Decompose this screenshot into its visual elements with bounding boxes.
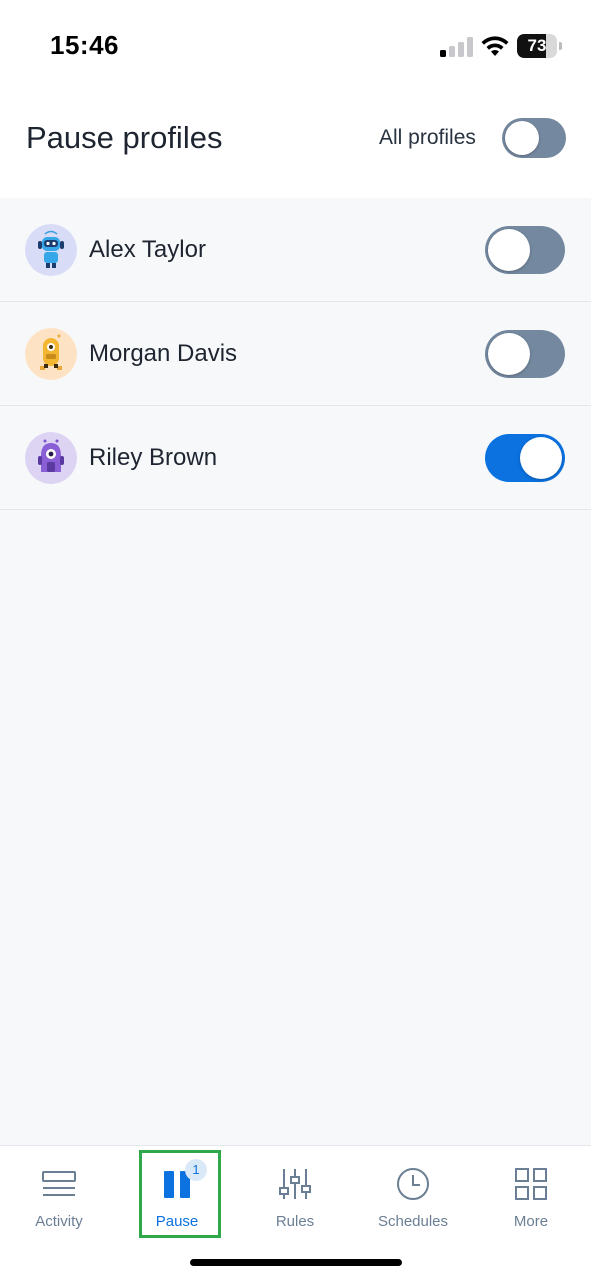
- profile-pause-toggle[interactable]: [485, 226, 565, 274]
- tab-schedules[interactable]: Schedules: [354, 1146, 472, 1236]
- wifi-icon: [481, 36, 509, 56]
- battery-icon: 73: [517, 34, 563, 58]
- profile-row: Morgan Davis: [0, 302, 591, 406]
- profile-pause-toggle[interactable]: [485, 434, 565, 482]
- activity-list-icon: [42, 1171, 76, 1196]
- profile-row: Alex Taylor: [0, 198, 591, 302]
- battery-level: 73: [527, 36, 547, 55]
- tab-label: Schedules: [377, 1213, 449, 1230]
- page-title: Pause profiles: [26, 120, 223, 155]
- rules-sliders-icon: [279, 1169, 311, 1199]
- tab-label: Activity: [35, 1213, 83, 1230]
- tab-pause[interactable]: Pause: [118, 1146, 236, 1236]
- tab-label: Pause: [155, 1213, 199, 1230]
- tab-label: More: [513, 1213, 549, 1230]
- toggle-knob: [520, 437, 562, 479]
- all-profiles-toggle[interactable]: [502, 118, 566, 158]
- profile-list: Alex Taylor Morgan Davis Riley Brown: [0, 198, 591, 510]
- page-header: Pause profiles All profiles: [0, 90, 591, 198]
- tab-rules[interactable]: Rules: [236, 1146, 354, 1236]
- pause-badge: 1: [185, 1159, 207, 1181]
- robot-yellow-avatar-icon: [25, 328, 77, 380]
- robot-blue-avatar-icon: [25, 224, 77, 276]
- toggle-knob: [505, 121, 539, 155]
- cellular-signal-icon: [440, 37, 473, 57]
- status-time: 15:46: [50, 30, 119, 60]
- profile-pause-toggle[interactable]: [485, 330, 565, 378]
- toggle-knob: [488, 333, 530, 375]
- profile-name: Morgan Davis: [89, 340, 238, 367]
- grid-icon: [515, 1168, 547, 1200]
- profile-name: Alex Taylor: [89, 236, 206, 263]
- tab-label: Rules: [275, 1213, 315, 1230]
- tab-activity[interactable]: Activity: [0, 1146, 118, 1236]
- all-profiles-label: All profiles: [379, 126, 476, 149]
- clock-icon: [397, 1168, 429, 1200]
- profile-name: Riley Brown: [89, 444, 218, 471]
- status-bar: 15:46 73: [0, 0, 591, 90]
- tab-more[interactable]: More: [472, 1146, 590, 1236]
- profile-row: Riley Brown: [0, 406, 591, 510]
- robot-purple-avatar-icon: [25, 432, 77, 484]
- home-indicator[interactable]: [190, 1259, 402, 1266]
- toggle-knob: [488, 229, 530, 271]
